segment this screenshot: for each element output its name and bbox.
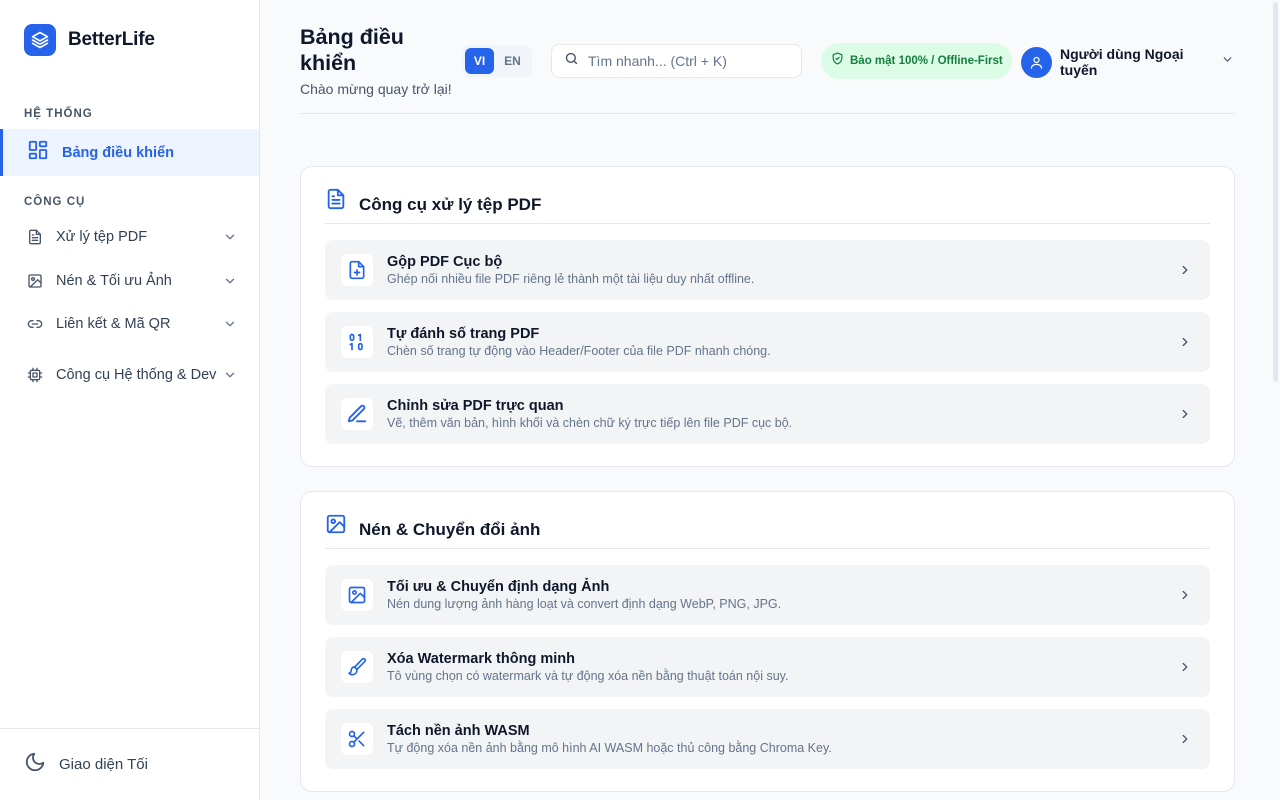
user-menu[interactable]: Người dùng Ngoại tuyến bbox=[1021, 44, 1234, 80]
sidebar-item-label: Liên kết & Mã QR bbox=[56, 315, 171, 332]
tool-description: Nén dung lượng ảnh hàng loạt và convert … bbox=[387, 597, 782, 611]
card-title: Công cụ xử lý tệp PDF bbox=[359, 195, 542, 214]
theme-toggle-label: Giao diện Tối bbox=[59, 756, 148, 773]
tool-name: Tối ưu & Chuyển định dạng Ảnh bbox=[387, 579, 610, 595]
theme-toggle[interactable]: Giao diện Tối bbox=[0, 728, 259, 800]
sidebar-item-links-qr[interactable]: Liên kết & Mã QR bbox=[0, 315, 259, 333]
chevron-down-icon bbox=[223, 274, 237, 288]
tool-name: Chỉnh sửa PDF trực quan bbox=[387, 398, 564, 414]
sidebar-item-label: Xử lý tệp PDF bbox=[56, 228, 148, 245]
file-text-icon bbox=[26, 228, 44, 246]
avatar bbox=[1021, 46, 1052, 78]
tool-description: Chèn số trang tự động vào Header/Footer … bbox=[387, 344, 771, 358]
page-subtitle: Chào mừng quay trở lại! bbox=[300, 81, 452, 97]
sidebar-item-pdf[interactable]: Xử lý tệp PDF bbox=[0, 228, 259, 246]
chevron-right-icon bbox=[1178, 407, 1192, 421]
user-name: Người dùng Ngoại tuyến bbox=[1060, 46, 1184, 78]
tool-page-numbering[interactable]: Tự đánh số trang PDF Chèn số trang tự độ… bbox=[325, 312, 1210, 372]
card-header: Công cụ xử lý tệp PDF bbox=[325, 167, 1210, 224]
dashboard-icon bbox=[27, 139, 49, 166]
image-tools-card: Nén & Chuyển đổi ảnh Tối ưu & Chuyển địn… bbox=[300, 491, 1235, 792]
chevron-down-icon bbox=[223, 230, 237, 244]
section-label-system: HỆ THỐNG bbox=[24, 108, 93, 120]
chevron-down-icon bbox=[1221, 53, 1234, 71]
language-switch: VI EN bbox=[462, 45, 532, 77]
tool-name: Tự đánh số trang PDF bbox=[387, 326, 540, 342]
moon-icon bbox=[24, 751, 46, 778]
sidebar: BetterLife HỆ THỐNG Bảng điều khiển CÔNG… bbox=[0, 0, 260, 800]
user-icon bbox=[1030, 56, 1043, 69]
sidebar-item-system-dev[interactable]: Công cụ Hệ thống & Dev bbox=[0, 358, 259, 392]
lang-en-button[interactable]: EN bbox=[498, 48, 527, 74]
sidebar-item-label: Công cụ Hệ thống & Dev bbox=[56, 366, 217, 383]
brush-icon bbox=[341, 651, 373, 683]
scrollbar-thumb[interactable] bbox=[1273, 2, 1278, 382]
section-label-tools: CÔNG CỤ bbox=[24, 196, 86, 208]
pdf-tools-card: Công cụ xử lý tệp PDF Gộp PDF Cục bộ Ghé… bbox=[300, 166, 1235, 467]
sidebar-item-label: Nén & Tối ưu Ảnh bbox=[56, 272, 172, 289]
page-header: Bảng điều khiển Chào mừng quay trở lại! … bbox=[300, 24, 1234, 114]
scrollbar[interactable] bbox=[1272, 0, 1280, 800]
sidebar-item-image[interactable]: Nén & Tối ưu Ảnh bbox=[0, 272, 259, 290]
link-icon bbox=[26, 315, 44, 333]
tool-optimize-image[interactable]: Tối ưu & Chuyển định dạng Ảnh Nén dung l… bbox=[325, 565, 1210, 625]
chevron-down-icon bbox=[223, 317, 237, 331]
search-input[interactable] bbox=[588, 53, 788, 69]
sidebar-item-dashboard[interactable]: Bảng điều khiển bbox=[0, 129, 259, 176]
chevron-right-icon bbox=[1178, 335, 1192, 349]
search-box bbox=[551, 44, 802, 78]
chevron-right-icon bbox=[1178, 588, 1192, 602]
search-icon bbox=[564, 51, 579, 71]
tool-description: Vẽ, thêm văn bản, hình khối và chèn chữ … bbox=[387, 416, 793, 430]
sidebar-item-label: Bảng điều khiển bbox=[62, 144, 174, 161]
image-icon bbox=[325, 513, 347, 540]
chevron-right-icon bbox=[1178, 263, 1192, 277]
tool-description: Tự động xóa nền ảnh bằng mô hình AI WASM… bbox=[387, 741, 832, 755]
layers-logo-icon bbox=[24, 24, 56, 56]
tool-remove-background[interactable]: Tách nền ảnh WASM Tự động xóa nền ảnh bằ… bbox=[325, 709, 1210, 769]
binary-icon bbox=[341, 326, 373, 358]
security-badge: Bảo mật 100% / Offline-First bbox=[821, 43, 1012, 79]
brand[interactable]: BetterLife bbox=[24, 24, 155, 56]
card-header: Nén & Chuyển đổi ảnh bbox=[325, 492, 1210, 549]
lang-vi-button[interactable]: VI bbox=[465, 48, 494, 74]
tool-name: Tách nền ảnh WASM bbox=[387, 723, 530, 739]
pen-line-icon bbox=[341, 398, 373, 430]
tool-name: Gộp PDF Cục bộ bbox=[387, 254, 503, 270]
security-badge-text: Bảo mật 100% / Offline-First bbox=[850, 55, 1003, 67]
tool-description: Tô vùng chọn có watermark và tự động xóa… bbox=[387, 669, 789, 683]
image-icon bbox=[26, 272, 44, 290]
chip-icon bbox=[26, 366, 44, 384]
file-plus-icon bbox=[341, 254, 373, 286]
chevron-right-icon bbox=[1178, 660, 1192, 674]
scissors-icon bbox=[341, 723, 373, 755]
tool-name: Xóa Watermark thông minh bbox=[387, 651, 575, 667]
chevron-right-icon bbox=[1178, 732, 1192, 746]
tool-remove-watermark[interactable]: Xóa Watermark thông minh Tô vùng chọn có… bbox=[325, 637, 1210, 697]
card-title: Nén & Chuyển đổi ảnh bbox=[359, 520, 541, 539]
shield-check-icon bbox=[831, 52, 844, 70]
chevron-down-icon bbox=[223, 368, 237, 382]
page-title: Bảng điều khiển bbox=[300, 25, 404, 75]
brand-name: BetterLife bbox=[68, 29, 155, 50]
tool-description: Ghép nối nhiều file PDF riêng lẻ thành m… bbox=[387, 272, 755, 286]
tool-merge-pdf[interactable]: Gộp PDF Cục bộ Ghép nối nhiều file PDF r… bbox=[325, 240, 1210, 300]
file-text-icon bbox=[325, 188, 347, 215]
image-icon bbox=[341, 579, 373, 611]
tool-edit-pdf[interactable]: Chỉnh sửa PDF trực quan Vẽ, thêm văn bản… bbox=[325, 384, 1210, 444]
